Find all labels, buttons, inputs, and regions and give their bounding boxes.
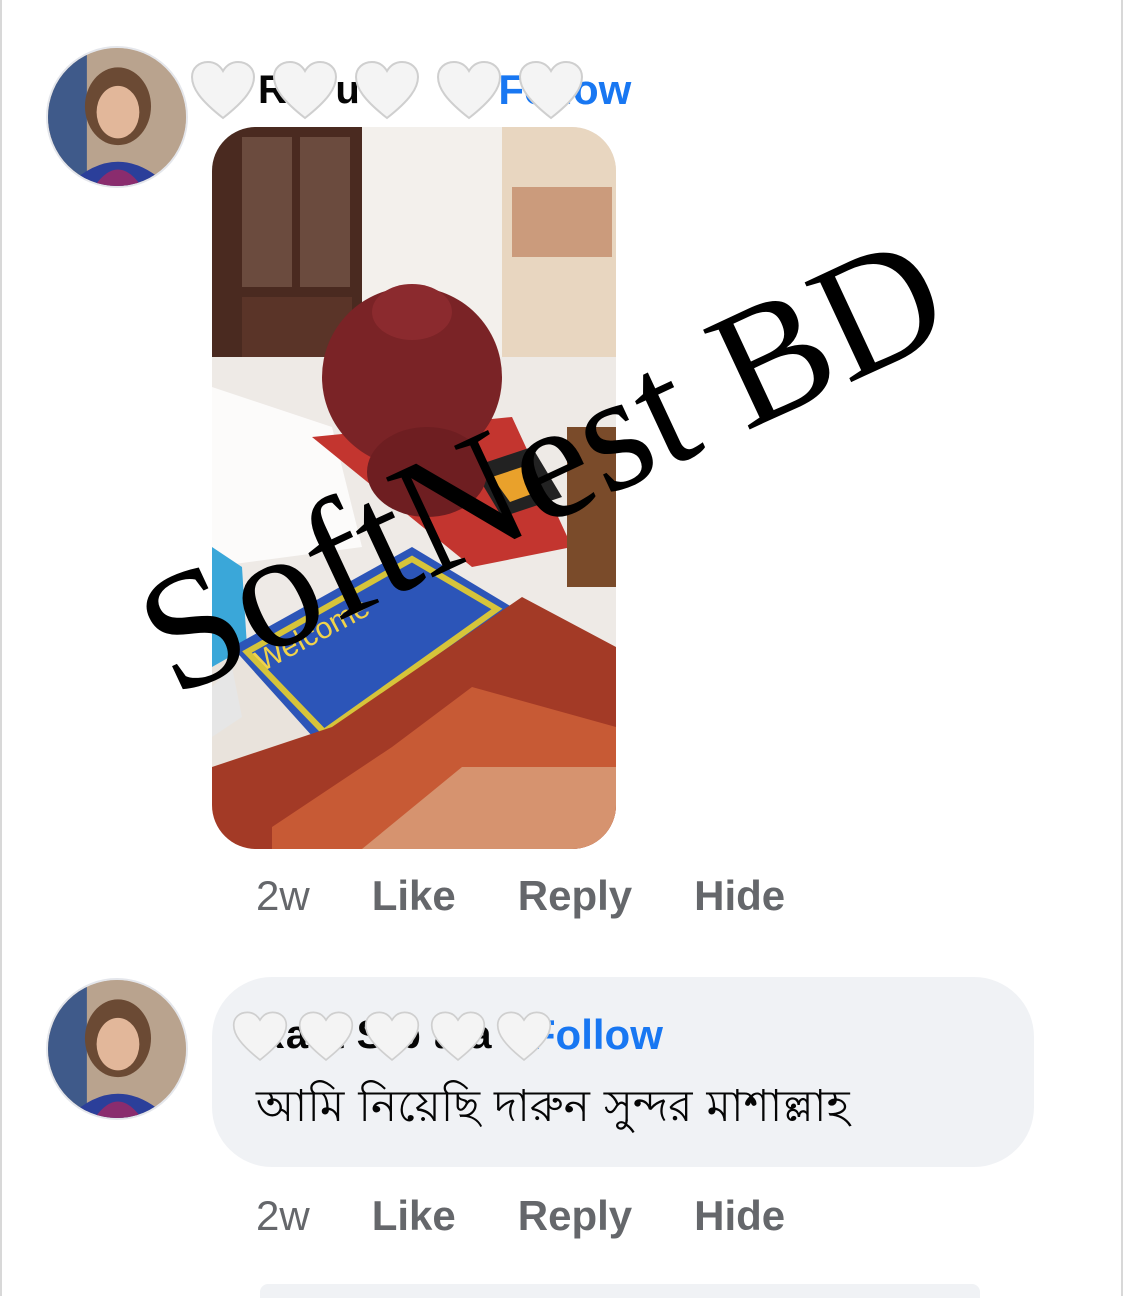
avatar[interactable] [46, 46, 188, 188]
comment-photo[interactable]: Welcome [212, 127, 616, 849]
room-photo-image: Welcome [212, 127, 616, 849]
white-heart-icon [354, 60, 420, 120]
comment-text: আমি নিয়েছি দারুন সুন্দর মাশাল্লাহ [256, 1081, 850, 1132]
timestamp: 2w [256, 872, 310, 919]
reply-button[interactable]: Reply [518, 1192, 632, 1240]
hide-button[interactable]: Hide [694, 872, 785, 920]
hide-button[interactable]: Hide [694, 1192, 785, 1240]
white-heart-icon [364, 1011, 420, 1061]
avatar-image [48, 48, 186, 186]
reply-button[interactable]: Reply [518, 872, 632, 920]
avatar[interactable] [46, 978, 188, 1120]
comment2-actions: 2w Like Reply Hide [256, 1192, 847, 1240]
comment1-actions: 2w Like Reply Hide [256, 872, 847, 920]
white-heart-icon [232, 1011, 288, 1061]
white-heart-icon [298, 1011, 354, 1061]
heart-overlay [232, 1010, 562, 1064]
like-button[interactable]: Like [372, 1192, 456, 1240]
white-heart-icon [190, 60, 256, 120]
white-heart-icon [436, 60, 502, 120]
white-heart-icon [430, 1011, 486, 1061]
timestamp: 2w [256, 1192, 310, 1239]
comment-bubble: Ra a S b a a · Follow আমি নিয়েছি দারুন … [212, 977, 1034, 1167]
avatar-image [48, 980, 186, 1118]
heart-overlay [190, 60, 600, 122]
white-heart-icon [518, 60, 584, 120]
white-heart-icon [272, 60, 338, 120]
white-heart-icon [496, 1011, 552, 1061]
like-button[interactable]: Like [372, 872, 456, 920]
